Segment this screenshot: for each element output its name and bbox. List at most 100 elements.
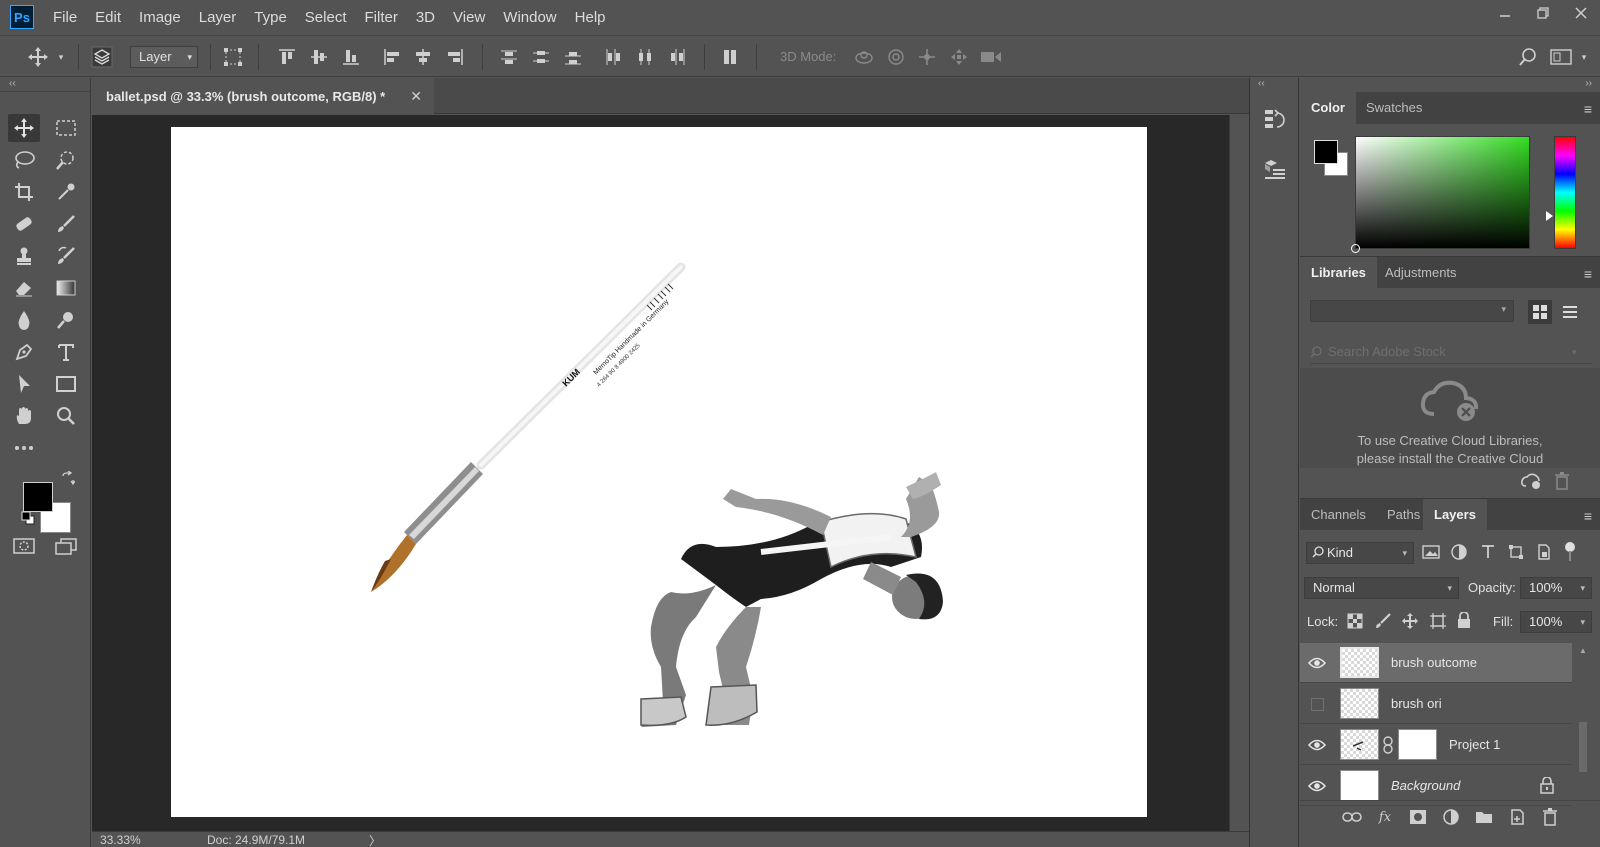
path-selection-tool-icon[interactable]: [8, 370, 40, 398]
color-panel-foreground-swatch[interactable]: [1314, 140, 1338, 164]
more-tools-icon[interactable]: [8, 434, 40, 462]
clone-stamp-tool-icon[interactable]: [8, 242, 40, 270]
layer-name[interactable]: Project 1: [1449, 737, 1500, 752]
lock-position-icon[interactable]: [1402, 613, 1418, 632]
menu-help[interactable]: Help: [566, 0, 615, 34]
trash-icon[interactable]: [1554, 472, 1570, 493]
layer-thumbnail[interactable]: [1340, 729, 1379, 760]
blend-mode-dropdown[interactable]: Normal ▾: [1304, 577, 1459, 599]
pixel-layer-filter-icon[interactable]: [1422, 544, 1440, 563]
document-tab[interactable]: ballet.psd @ 33.3% (brush outcome, RGB/8…: [92, 78, 434, 114]
zoom-level[interactable]: 33.33%: [100, 833, 141, 847]
layer-name[interactable]: brush outcome: [1391, 655, 1477, 670]
hue-slider[interactable]: [1546, 136, 1576, 249]
layer-row-brush-ori[interactable]: brush ori: [1300, 684, 1572, 724]
stock-search-input[interactable]: Search Adobe Stock: [1310, 340, 1592, 364]
lock-artboard-icon[interactable]: [1429, 613, 1447, 632]
close-icon[interactable]: [1562, 0, 1600, 26]
color-picker-handle[interactable]: [1351, 244, 1360, 253]
layer-style-fx-icon[interactable]: fx: [1375, 807, 1395, 827]
menu-edit[interactable]: Edit: [86, 0, 130, 34]
brush-tool-icon[interactable]: [50, 210, 82, 238]
panel-menu-icon[interactable]: ≡: [1584, 508, 1592, 524]
lock-all-icon[interactable]: [1457, 611, 1471, 632]
grid-view-icon[interactable]: [1528, 300, 1552, 324]
collapse-panels-icon[interactable]: ››: [1300, 78, 1600, 92]
lock-image-pixels-icon[interactable]: [1375, 613, 1391, 632]
orbit-3d-icon[interactable]: [852, 36, 876, 78]
type-layer-filter-icon[interactable]: [1480, 544, 1496, 563]
transform-controls-icon[interactable]: [220, 36, 246, 78]
adjustment-layer-filter-icon[interactable]: [1451, 544, 1467, 563]
pan-3d-icon[interactable]: [915, 36, 939, 78]
layers-scrollbar-thumb[interactable]: [1579, 722, 1587, 772]
collapse-toolbar-icon[interactable]: ‹‹: [0, 78, 90, 92]
workspace-icon[interactable]: [1548, 36, 1574, 78]
align-left-icon[interactable]: [380, 36, 404, 78]
fill-input[interactable]: 100% ▾: [1520, 611, 1592, 633]
auto-select-layers-icon[interactable]: [88, 36, 116, 78]
layer-name[interactable]: Background: [1391, 778, 1460, 793]
pen-tool-icon[interactable]: [8, 338, 40, 366]
distribute-top-icon[interactable]: [497, 36, 521, 78]
smart-object-filter-icon[interactable]: [1536, 544, 1552, 563]
link-icon[interactable]: [1383, 736, 1393, 757]
menu-file[interactable]: File: [44, 0, 86, 34]
blur-tool-icon[interactable]: [8, 306, 40, 334]
menu-filter[interactable]: Filter: [356, 0, 407, 34]
foreground-color-swatch[interactable]: [23, 482, 53, 512]
eye-icon[interactable]: [1308, 777, 1326, 795]
swap-colors-icon[interactable]: [58, 468, 78, 488]
menu-type[interactable]: Type: [245, 0, 296, 34]
new-layer-icon[interactable]: [1507, 807, 1527, 827]
quick-selection-tool-icon[interactable]: [50, 146, 82, 174]
layer-mask-thumbnail[interactable]: [1398, 729, 1437, 760]
restore-icon[interactable]: [1524, 0, 1562, 26]
eye-icon[interactable]: [1308, 736, 1326, 754]
minimize-icon[interactable]: [1486, 0, 1524, 26]
opacity-input[interactable]: 100% ▾: [1520, 577, 1592, 599]
gradient-tool-icon[interactable]: [50, 274, 82, 302]
distribute-right-icon[interactable]: [665, 36, 689, 78]
visibility-toggle-off[interactable]: [1311, 698, 1324, 711]
marquee-tool-icon[interactable]: [50, 114, 82, 142]
status-menu-arrow-icon[interactable]: 〉: [369, 832, 381, 847]
roll-3d-icon[interactable]: [884, 36, 908, 78]
new-group-icon[interactable]: [1474, 807, 1494, 827]
menu-view[interactable]: View: [444, 0, 494, 34]
add-mask-icon[interactable]: [1408, 807, 1428, 827]
link-layers-icon[interactable]: [1342, 807, 1362, 827]
canvas-vertical-scrollbar[interactable]: [1229, 115, 1249, 831]
eyedropper-tool-icon[interactable]: [50, 178, 82, 206]
filter-toggle-icon[interactable]: [1563, 542, 1577, 565]
close-icon[interactable]: ✕: [410, 88, 422, 105]
menu-layer[interactable]: Layer: [190, 0, 246, 34]
tab-libraries[interactable]: Libraries: [1300, 257, 1377, 289]
screen-mode-icon[interactable]: [50, 532, 82, 560]
layer-thumbnail[interactable]: [1340, 688, 1379, 719]
crop-tool-icon[interactable]: [8, 178, 40, 206]
rectangle-tool-icon[interactable]: [50, 370, 82, 398]
move-tool-icon[interactable]: [8, 114, 40, 142]
align-horizontal-center-icon[interactable]: [411, 36, 435, 78]
layer-name[interactable]: brush ori: [1391, 696, 1442, 711]
list-view-icon[interactable]: [1558, 300, 1582, 324]
align-bottom-icon[interactable]: [339, 36, 363, 78]
document-canvas[interactable]: KUM MemoTip Handmade in Germany 4 264 90…: [171, 127, 1147, 817]
chevron-down-icon[interactable]: ▾: [1572, 340, 1577, 364]
align-right-icon[interactable]: [443, 36, 467, 78]
panel-menu-icon[interactable]: ≡: [1584, 101, 1592, 117]
shape-layer-filter-icon[interactable]: [1508, 544, 1524, 563]
distribute-vertical-center-icon[interactable]: [529, 36, 553, 78]
align-top-icon[interactable]: [275, 36, 299, 78]
collapse-dock-icon[interactable]: ‹‹: [1250, 78, 1298, 92]
properties-3d-panel-icon[interactable]: [1262, 156, 1288, 182]
tab-channels[interactable]: Channels: [1300, 499, 1377, 531]
move-tool-preset-icon[interactable]: [24, 36, 52, 78]
tab-color[interactable]: Color: [1300, 92, 1356, 124]
layer-thumbnail[interactable]: [1340, 647, 1379, 678]
dodge-tool-icon[interactable]: [50, 306, 82, 334]
library-dropdown[interactable]: ▾: [1310, 300, 1514, 322]
tab-swatches[interactable]: Swatches: [1355, 92, 1433, 124]
layer-row-brush-outcome[interactable]: brush outcome: [1300, 643, 1572, 683]
